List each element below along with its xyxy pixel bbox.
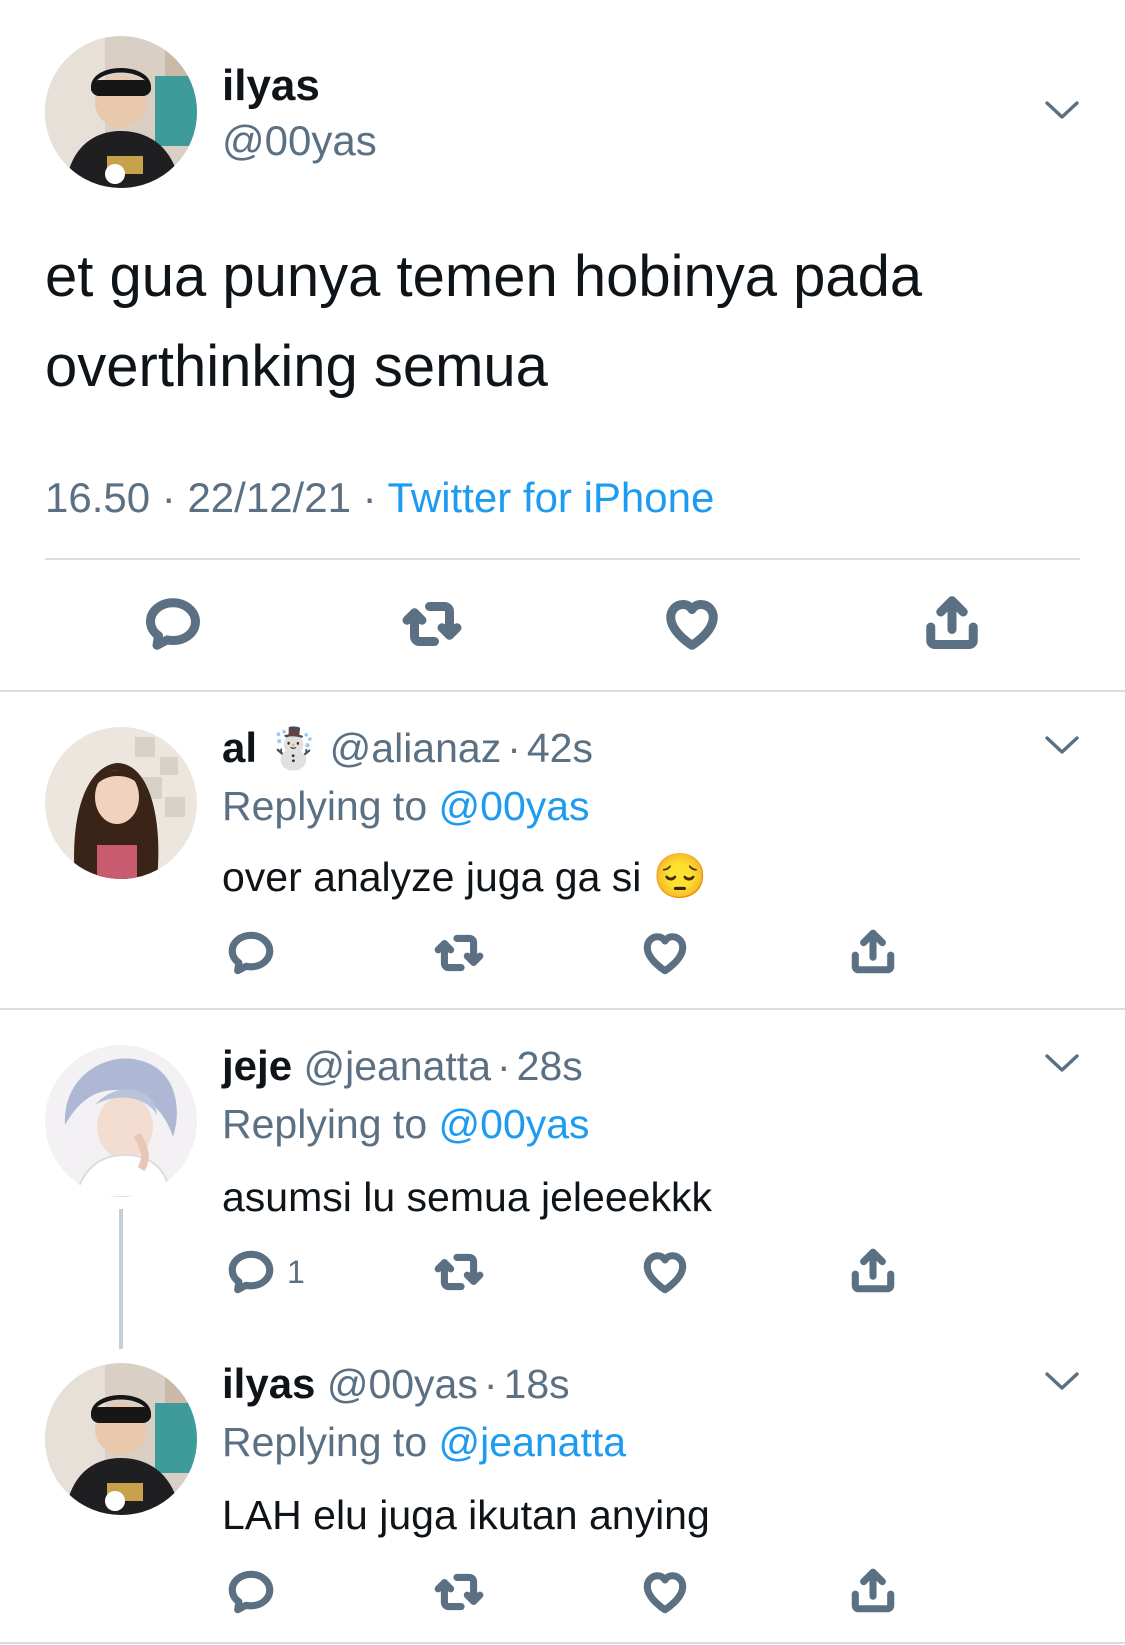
- share-button[interactable]: [846, 924, 900, 978]
- retweet-icon: [434, 1247, 484, 1297]
- like-button[interactable]: [638, 926, 692, 980]
- replying-to-line: Replying to @00yas: [222, 780, 590, 832]
- user-handle[interactable]: @alianaz: [330, 725, 502, 771]
- meta-separator: ·: [161, 474, 176, 521]
- heart-icon: [662, 594, 722, 654]
- share-button[interactable]: [846, 1243, 900, 1297]
- reply-header: al ☃️ @alianaz · 42s: [222, 722, 593, 775]
- meta-separator: ·: [497, 1043, 511, 1089]
- display-name[interactable]: ilyas: [222, 60, 320, 112]
- display-name[interactable]: jeje: [222, 1042, 292, 1089]
- share-icon: [848, 1245, 898, 1295]
- more-options-button[interactable]: [1044, 735, 1080, 755]
- reply-text: over analyze juga ga si 😔: [222, 850, 708, 904]
- retweet-icon: [434, 928, 484, 978]
- share-button[interactable]: [922, 592, 982, 652]
- divider: [45, 558, 1080, 560]
- replying-to-handle[interactable]: @00yas: [439, 783, 590, 829]
- tweet-date: 22/12/21: [187, 474, 351, 521]
- retweet-button[interactable]: [402, 594, 462, 654]
- meta-separator: ·: [362, 474, 377, 521]
- heart-icon: [640, 928, 690, 978]
- chevron-down-icon: [1044, 735, 1080, 755]
- retweet-button[interactable]: [432, 1245, 486, 1299]
- reply-text: LAH elu juga ikutan anying: [222, 1492, 710, 1538]
- more-options-button[interactable]: [1044, 1371, 1080, 1391]
- speech-bubble-icon: [226, 928, 276, 978]
- avatar[interactable]: [45, 1363, 197, 1515]
- retweet-button[interactable]: [432, 1565, 486, 1619]
- like-button[interactable]: [662, 594, 722, 654]
- replying-to-label: Replying to: [222, 783, 428, 829]
- heart-icon: [640, 1247, 690, 1297]
- reply-header: ilyas @00yas · 18s: [222, 1358, 570, 1410]
- reply-age[interactable]: 18s: [504, 1361, 570, 1407]
- avatar[interactable]: [45, 36, 197, 188]
- reply-button[interactable]: [224, 1245, 278, 1299]
- reply-age[interactable]: 28s: [517, 1043, 583, 1089]
- speech-bubble-icon: [226, 1247, 276, 1297]
- divider: [0, 690, 1125, 692]
- replying-to-line: Replying to @00yas: [222, 1098, 590, 1150]
- like-button[interactable]: [638, 1565, 692, 1619]
- reply-text-body: over analyze juga ga si: [222, 854, 642, 900]
- tweet-text-line-1: et gua punya temen hobinya pada: [45, 244, 923, 309]
- thread-connector: [119, 1209, 123, 1349]
- avatar[interactable]: [45, 1045, 197, 1197]
- user-handle[interactable]: @00yas: [222, 115, 377, 167]
- retweet-button[interactable]: [432, 926, 486, 980]
- reply-age[interactable]: 42s: [527, 725, 593, 771]
- replying-to-handle[interactable]: @jeanatta: [439, 1419, 627, 1465]
- chevron-down-icon: [1044, 1053, 1080, 1073]
- tweet-text-line-2: overthinking semua: [45, 334, 548, 399]
- display-name[interactable]: al: [222, 724, 257, 771]
- divider: [0, 1642, 1125, 1644]
- chevron-down-icon: [1044, 1371, 1080, 1391]
- chevron-down-icon: [1044, 100, 1080, 120]
- more-options-button[interactable]: [1044, 100, 1080, 120]
- share-button[interactable]: [846, 1563, 900, 1617]
- heart-icon: [640, 1567, 690, 1617]
- replying-to-label: Replying to: [222, 1101, 428, 1147]
- share-icon: [848, 1565, 898, 1615]
- speech-bubble-icon: [143, 594, 203, 654]
- share-icon: [922, 592, 982, 652]
- tweet-time: 16.50: [45, 474, 151, 521]
- speech-bubble-icon: [226, 1567, 276, 1617]
- meta-separator: ·: [483, 1361, 498, 1407]
- display-name[interactable]: ilyas: [222, 1360, 315, 1407]
- tweet-meta: 16.50 · 22/12/21 · Twitter for iPhone: [45, 472, 714, 524]
- reply-button[interactable]: [143, 594, 203, 654]
- reply-button[interactable]: [224, 1565, 278, 1619]
- tweet-client-link[interactable]: Twitter for iPhone: [388, 474, 715, 521]
- user-handle[interactable]: @jeanatta: [303, 1043, 491, 1089]
- like-button[interactable]: [638, 1245, 692, 1299]
- retweet-icon: [402, 594, 462, 654]
- divider: [0, 1008, 1125, 1010]
- more-options-button[interactable]: [1044, 1053, 1080, 1073]
- name-emoji: ☃️: [268, 727, 319, 771]
- retweet-icon: [434, 1567, 484, 1617]
- reply-header: jeje @jeanatta · 28s: [222, 1040, 583, 1092]
- avatar[interactable]: [45, 727, 197, 879]
- meta-separator: ·: [507, 725, 521, 771]
- reply-count: 1: [287, 1254, 305, 1290]
- replying-to-line: Replying to @jeanatta: [222, 1416, 626, 1468]
- replying-to-handle[interactable]: @00yas: [439, 1101, 590, 1147]
- reply-button[interactable]: [224, 926, 278, 980]
- replying-to-label: Replying to: [222, 1419, 428, 1465]
- share-icon: [848, 926, 898, 976]
- user-handle[interactable]: @00yas: [327, 1361, 478, 1407]
- pensive-emoji: 😔: [652, 852, 708, 901]
- reply-text: asumsi lu semua jeleeekkk: [222, 1174, 712, 1220]
